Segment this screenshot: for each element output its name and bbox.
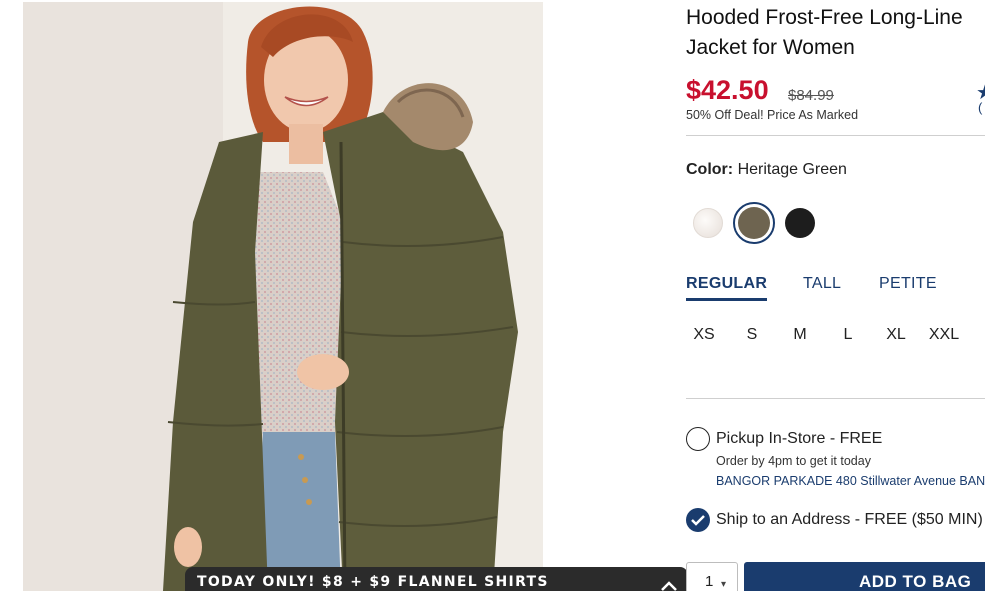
deal-text: 50% Off Deal! Price As Marked xyxy=(686,108,859,122)
tab-tall[interactable]: TALL xyxy=(803,275,841,293)
size-l[interactable]: L xyxy=(828,326,868,344)
chevron-down-icon: ▾ xyxy=(721,579,727,590)
pickup-radio[interactable] xyxy=(686,427,710,451)
pickup-cutoff-text: Order by 4pm to get it today xyxy=(716,454,871,468)
ship-radio-checked[interactable] xyxy=(686,508,710,532)
size-xxl[interactable]: XXL xyxy=(924,326,964,344)
tab-petite[interactable]: PETITE xyxy=(879,275,937,293)
promo-text: TODAY ONLY! $8 + $9 FLANNEL SHIRTS xyxy=(197,574,549,590)
color-label: Color: Heritage Green xyxy=(686,161,847,179)
store-link[interactable]: BANGOR PARKADE 480 Stillwater Avenue BAN… xyxy=(716,474,985,488)
regular-price: $84.99 xyxy=(788,87,834,104)
promo-banner[interactable]: TODAY ONLY! $8 + $9 FLANNEL SHIRTS xyxy=(185,567,688,591)
color-swatch-black[interactable] xyxy=(785,208,815,238)
divider xyxy=(686,398,985,399)
checkmark-icon xyxy=(691,515,705,526)
divider xyxy=(686,135,985,136)
sale-price: $42.50 xyxy=(686,75,769,105)
color-label-prefix: Color: xyxy=(686,161,734,178)
quantity-select[interactable]: 1 ▾ xyxy=(686,562,738,591)
ship-label[interactable]: Ship to an Address - FREE ($50 MIN) xyxy=(716,511,983,529)
size-s[interactable]: S xyxy=(732,326,772,344)
add-to-bag-button[interactable]: ADD TO BAG xyxy=(744,562,985,591)
color-swatch-cream[interactable] xyxy=(693,208,723,238)
size-xs[interactable]: XS xyxy=(684,326,724,344)
quantity-value: 1 xyxy=(705,573,714,590)
pickup-label[interactable]: Pickup In-Store - FREE xyxy=(716,430,882,448)
product-title: Hooded Frost-Free Long-Line Jacket for W… xyxy=(686,6,963,59)
selected-color-name: Heritage Green xyxy=(737,161,847,178)
tab-regular[interactable]: REGULAR xyxy=(686,275,768,301)
color-swatch-heritage-green[interactable] xyxy=(738,207,770,239)
chevron-up-icon[interactable] xyxy=(660,579,678,591)
product-image[interactable] xyxy=(23,2,543,591)
size-xl[interactable]: XL xyxy=(876,326,916,344)
review-count-link[interactable]: ( xyxy=(978,100,982,115)
size-m[interactable]: M xyxy=(780,326,820,344)
add-to-bag-label: ADD TO BAG xyxy=(859,572,972,591)
